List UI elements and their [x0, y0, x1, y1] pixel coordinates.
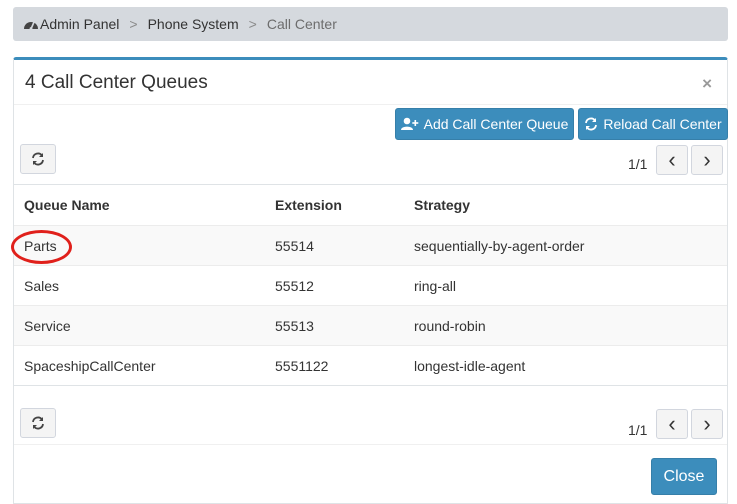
table-header-row: Queue Name Extension Strategy: [14, 185, 727, 225]
extension-cell: 55513: [275, 318, 314, 334]
breadcrumb: Admin Panel > Phone System > Call Center: [13, 7, 728, 41]
chevron-right-icon: ›: [703, 147, 711, 172]
column-header-extension[interactable]: Extension: [275, 197, 342, 213]
queue-name-cell[interactable]: SpaceshipCallCenter: [24, 358, 156, 374]
extension-cell: 55514: [275, 238, 314, 254]
strategy-cell: sequentially-by-agent-order: [414, 238, 585, 254]
add-call-center-queue-button[interactable]: Add Call Center Queue: [395, 108, 574, 140]
page-indicator: 1/1: [628, 156, 648, 172]
chevron-right-icon: ›: [703, 411, 711, 436]
prev-page-button[interactable]: ‹: [656, 145, 688, 175]
strategy-cell: ring-all: [414, 278, 457, 294]
chevron-left-icon: ‹: [668, 411, 676, 436]
breadcrumb-separator: >: [129, 16, 138, 32]
breadcrumb-admin-panel[interactable]: Admin Panel: [40, 16, 119, 32]
page-indicator: 1/1: [628, 422, 648, 438]
breadcrumb-phone-system[interactable]: Phone System: [148, 16, 239, 32]
next-page-button[interactable]: ›: [691, 145, 723, 175]
reload-call-center-button[interactable]: Reload Call Center: [578, 108, 728, 140]
queues-table: Queue Name Extension Strategy Parts 5551…: [11, 184, 727, 386]
panel-header: 4 Call Center Queues ×: [14, 60, 727, 105]
call-center-queues-panel: 4 Call Center Queues × Add Call Center Q…: [11, 57, 728, 504]
refresh-icon: [32, 152, 44, 166]
table-row[interactable]: Parts 55514 sequentially-by-agent-order: [11, 225, 727, 265]
refresh-button[interactable]: [20, 408, 56, 438]
queue-name-cell[interactable]: Service: [24, 318, 71, 334]
extension-cell: 5551122: [275, 358, 329, 374]
highlight-annotation-circle: [11, 230, 72, 264]
column-header-queue-name[interactable]: Queue Name: [24, 197, 110, 213]
dashboard-gauge-icon: [24, 21, 38, 30]
close-button[interactable]: Close: [651, 458, 717, 495]
user-plus-icon: [400, 117, 418, 130]
table-row[interactable]: Sales 55512 ring-all: [14, 265, 727, 305]
breadcrumb-call-center: Call Center: [266, 16, 337, 32]
table-row[interactable]: SpaceshipCallCenter 5551122 longest-idle…: [14, 345, 727, 385]
close-icon[interactable]: ×: [702, 74, 712, 94]
reload-call-center-label: Reload Call Center: [603, 116, 722, 132]
table-row[interactable]: Service 55513 round-robin: [14, 305, 727, 345]
footer-divider: [14, 444, 727, 445]
strategy-cell: round-robin: [414, 318, 486, 334]
next-page-button[interactable]: ›: [691, 409, 723, 439]
refresh-icon: [32, 416, 44, 430]
extension-cell: 55512: [275, 278, 314, 294]
breadcrumb-separator: >: [248, 16, 257, 32]
queue-name-cell[interactable]: Sales: [24, 278, 59, 294]
panel-title: 4 Call Center Queues: [25, 72, 208, 93]
column-header-strategy[interactable]: Strategy: [414, 197, 470, 213]
add-call-center-queue-label: Add Call Center Queue: [423, 116, 569, 132]
strategy-cell: longest-idle-agent: [414, 358, 526, 374]
chevron-left-icon: ‹: [668, 147, 676, 172]
refresh-button[interactable]: [20, 144, 56, 174]
close-button-label: Close: [663, 467, 705, 485]
prev-page-button[interactable]: ‹: [656, 409, 688, 439]
refresh-icon: [585, 117, 598, 131]
